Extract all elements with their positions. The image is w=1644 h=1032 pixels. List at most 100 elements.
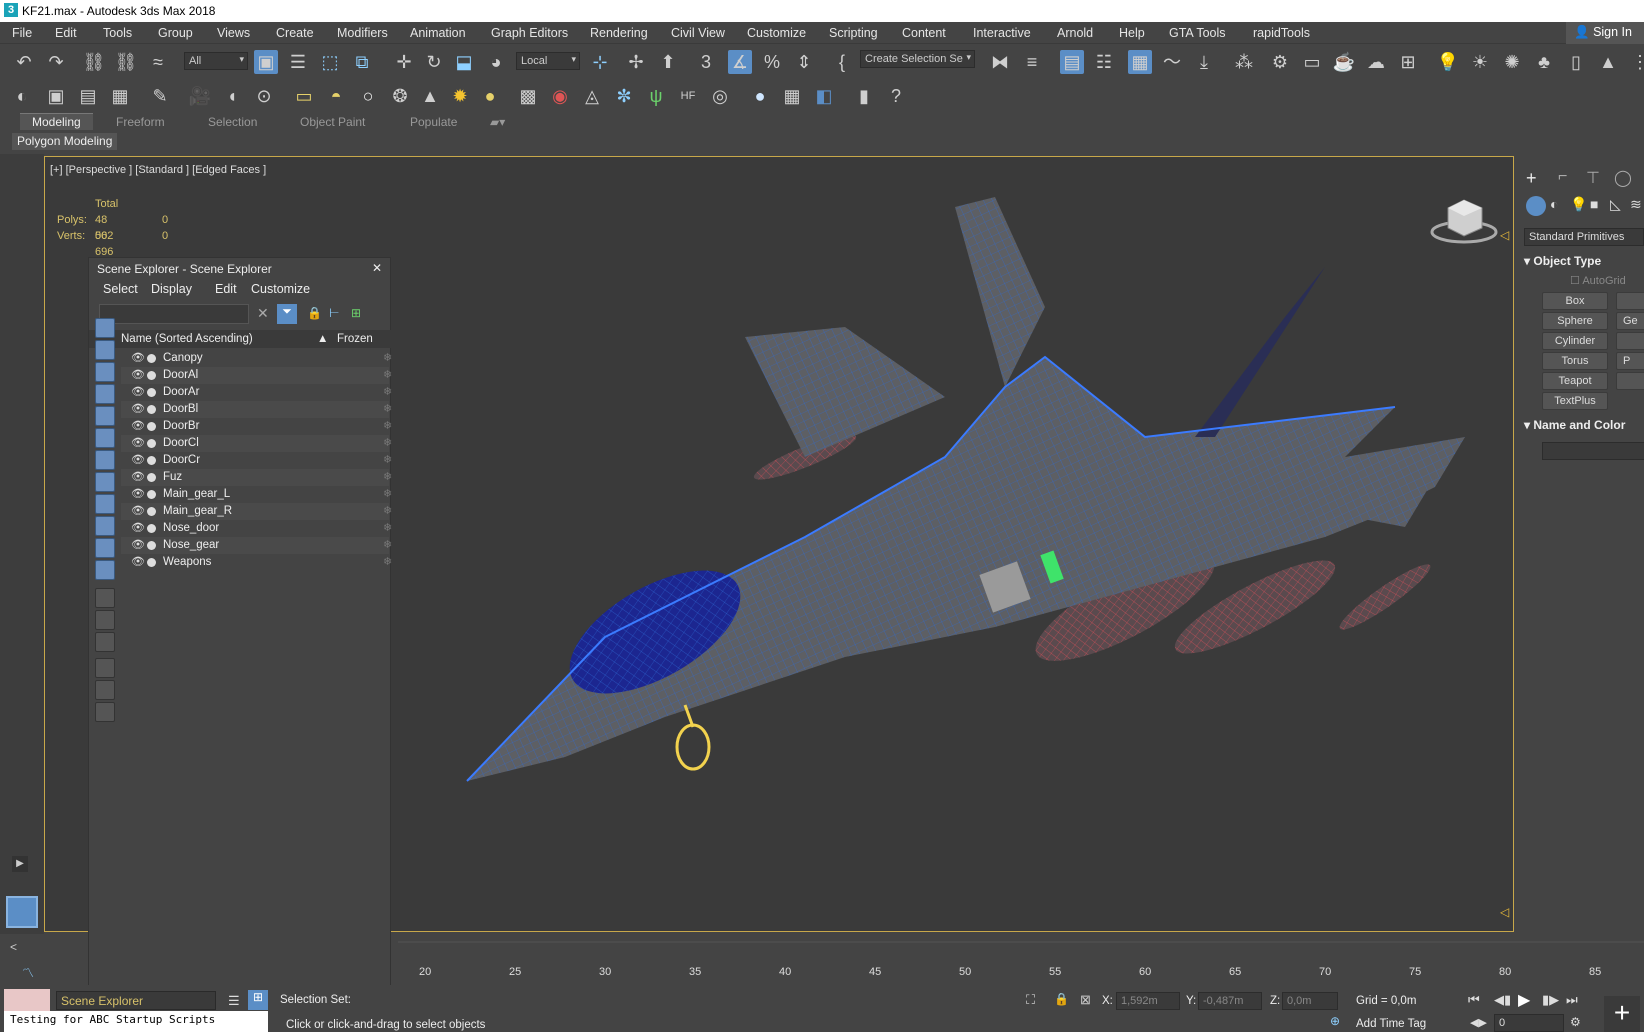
z-coord-field[interactable]: 0,0m [1282,992,1338,1010]
expand-layout-icon[interactable]: ▶ [12,856,28,872]
menu-views[interactable]: Views [217,26,250,40]
object-type-rollout[interactable]: ▾ Object Type [1524,254,1601,268]
render-dot-icon[interactable] [147,405,156,414]
plane-icon[interactable]: ▭ [292,84,316,108]
visibility-icon[interactable]: 👁 [131,436,145,449]
maxscript-listener-mini[interactable] [4,989,50,1011]
window-crossing-icon[interactable]: ⧉ [350,50,374,74]
schematic-view-icon[interactable]: ⤓ [1192,50,1216,74]
select-rotate-icon[interactable]: ↻ [422,50,446,74]
scene-item-weapons[interactable]: 👁 Weapons ❄ [121,554,392,571]
a360-gallery-icon[interactable]: ⊞ [1396,50,1420,74]
tab-populate[interactable]: Populate [410,115,457,129]
percent-snap-icon[interactable]: % [760,50,784,74]
visibility-icon[interactable]: 👁 [131,538,145,551]
cone-icon[interactable]: ▲ [1596,50,1620,74]
display-shapes-icon[interactable] [95,340,115,360]
layer-explorer-icon[interactable]: ☷ [1092,50,1116,74]
book-icon[interactable]: ▯ [1564,50,1588,74]
help-icon[interactable]: ? [884,84,908,108]
display-space-warps-icon[interactable] [95,428,115,448]
filter-funnel-icon[interactable] [95,680,115,700]
align-icon[interactable]: ≡ [1020,50,1044,74]
material-editor-icon[interactable]: ⁂ [1232,50,1256,74]
frozen-toggle-icon[interactable]: ❄ [383,419,392,432]
light-icon[interactable]: 💡 [1436,50,1460,74]
frozen-toggle-icon[interactable]: ❄ [383,436,392,449]
se-menu-customize[interactable]: Customize [251,282,310,296]
multi-material-icon[interactable]: ◧ [812,84,836,108]
visibility-icon[interactable]: 👁 [131,453,145,466]
select-scale-icon[interactable]: ⬓ [452,50,476,74]
visibility-icon[interactable]: 👁 [131,521,145,534]
grid-icon[interactable]: ▦ [108,84,132,108]
render-dot-icon[interactable] [147,473,156,482]
tab-freeform[interactable]: Freeform [116,115,165,129]
zoom-extents-all-icon[interactable]: + [1604,996,1640,1032]
display-containers-icon[interactable] [95,516,115,536]
menu-gta-tools[interactable]: GTA Tools [1169,26,1226,40]
cylinder-button[interactable]: Cylinder [1542,332,1608,350]
box-button[interactable]: Box [1542,292,1608,310]
scene-item-doorcl[interactable]: 👁 DoorCl ❄ [121,435,392,452]
edit-named-selection-icon[interactable]: { [830,50,854,74]
time-config-icon[interactable]: ⚙ [1570,1015,1581,1029]
frozen-toggle-icon[interactable]: ❄ [383,504,392,517]
tree-icon[interactable]: ♣ [1532,50,1556,74]
scene-item-fuz[interactable]: 👁 Fuz ❄ [121,469,392,486]
menu-scripting[interactable]: Scripting [829,26,878,40]
layer-mode-icon[interactable]: ⊞ [351,306,361,320]
render-dot-icon[interactable] [147,422,156,431]
lights-category-icon[interactable]: 💡 [1570,196,1587,213]
fabric-icon[interactable]: ▩ [516,84,540,108]
ribbon-options-icon[interactable]: ▰▾ [490,115,505,129]
render-dot-icon[interactable] [147,558,156,567]
curve-editor-icon[interactable]: 〜 [1160,50,1184,74]
render-dot-icon[interactable] [147,354,156,363]
name-column-header[interactable]: Name (Sorted Ascending) [121,333,253,345]
render-dot-icon[interactable] [147,507,156,516]
plane-button[interactable] [1616,372,1644,390]
sphere-icon[interactable]: ○ [356,84,380,108]
cameras-category-icon[interactable]: ■ [1590,196,1598,212]
render-dot-icon[interactable] [147,371,156,380]
play-icon[interactable]: ▶ [1518,990,1530,1010]
teapot-button[interactable]: Teapot [1542,372,1608,390]
frozen-toggle-icon[interactable]: ❄ [383,351,392,364]
frozen-toggle-icon[interactable]: ❄ [383,555,392,568]
texture-icon[interactable]: ◎ [708,84,732,108]
menu-file[interactable]: File [12,26,32,40]
selection-lock-icon[interactable]: 🔒 [1054,992,1069,1006]
frozen-toggle-icon[interactable]: ❄ [383,453,392,466]
layers-icon[interactable]: ▤ [76,84,100,108]
bind-space-warp-icon[interactable]: ≈ [146,50,170,74]
shapes-category-icon[interactable]: ◐ [1550,196,1558,212]
layers-icon[interactable]: ☰ [228,993,240,1009]
unlink-icon[interactable]: ⛓ [114,50,138,74]
hemisphere-icon[interactable]: ◓ [324,84,348,108]
y-coord-field[interactable]: -0,487m [1198,992,1262,1010]
display-groups-icon[interactable] [95,450,115,470]
fractal-icon[interactable]: ✼ [612,84,636,108]
se-menu-display[interactable]: Display [151,282,192,296]
sound-icon[interactable]: ◖ [220,84,244,108]
menu-create[interactable]: Create [276,26,314,40]
object-name-input[interactable] [1542,442,1644,460]
sphere-button[interactable]: Sphere [1542,312,1608,330]
x-coord-field[interactable]: 1,592m [1116,992,1180,1010]
name-and-color-rollout[interactable]: ▾ Name and Color [1524,418,1625,432]
scene-item-doorbr[interactable]: 👁 DoorBr ❄ [121,418,392,435]
scene-item-doorbl[interactable]: 👁 DoorBl ❄ [121,401,392,418]
named-selection-sets-dropdown[interactable]: Create Selection Se [860,50,975,68]
transform-gizmo-icon[interactable]: ✢ [624,50,648,74]
visibility-icon[interactable]: 👁 [131,351,145,364]
next-frame-icon[interactable]: ▮▶ [1542,992,1559,1008]
menu-arnold[interactable]: Arnold [1057,26,1093,40]
sun-icon[interactable]: ✹ [448,84,472,108]
render-dot-icon[interactable] [147,490,156,499]
render-dot-icon[interactable] [147,456,156,465]
create-tab-icon[interactable]: + [1526,168,1537,189]
hierarchy-tab-icon[interactable]: ⊤ [1586,168,1600,188]
geometry-category-icon[interactable] [1526,196,1546,216]
visibility-icon[interactable]: 👁 [131,555,145,568]
